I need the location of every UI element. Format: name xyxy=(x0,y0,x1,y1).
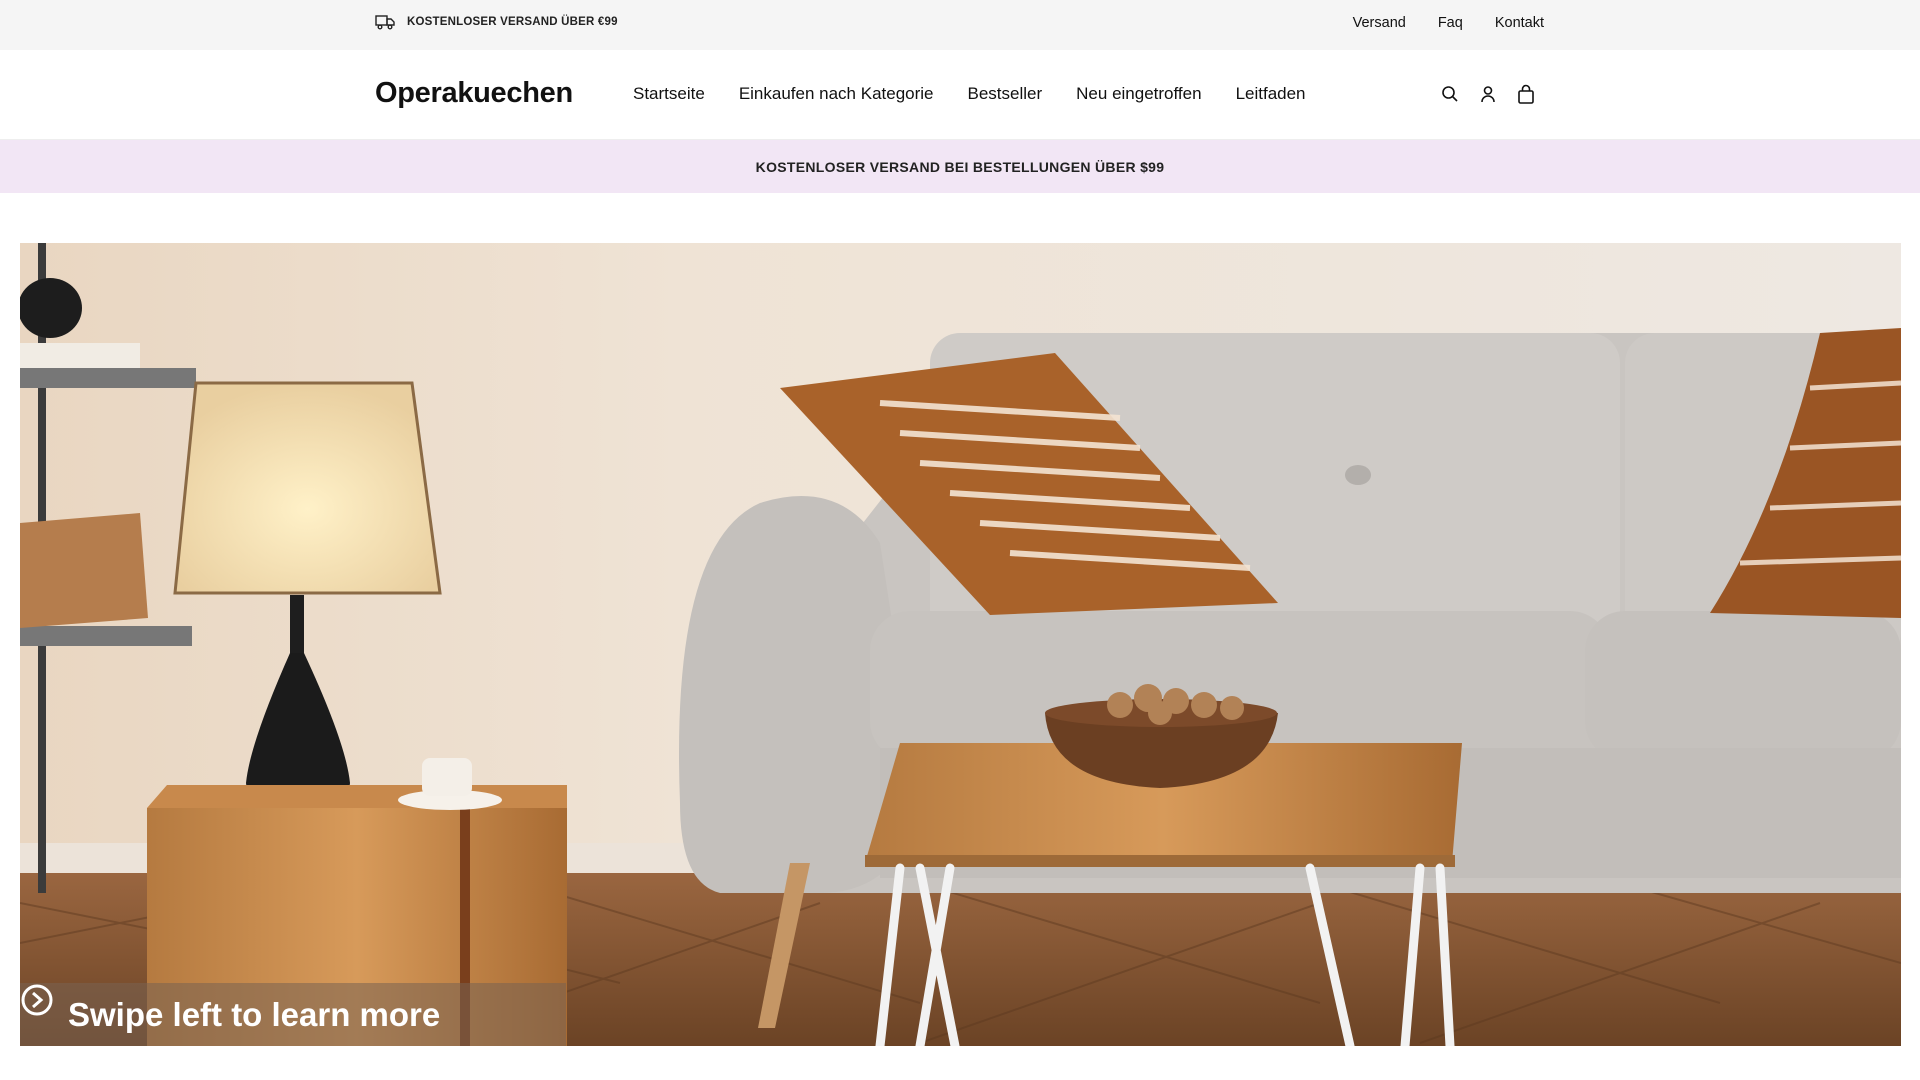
nav-item-neu[interactable]: Neu eingetroffen xyxy=(1076,84,1201,104)
nav-item-startseite[interactable]: Startseite xyxy=(633,84,705,104)
nav-item-bestseller[interactable]: Bestseller xyxy=(968,84,1043,104)
utility-link-faq[interactable]: Faq xyxy=(1438,15,1463,31)
utility-link-versand[interactable]: Versand xyxy=(1353,15,1406,31)
truck-icon xyxy=(375,14,395,30)
site-logo[interactable]: Operakuechen xyxy=(375,77,573,110)
nav-item-leitfaden[interactable]: Leitfaden xyxy=(1236,84,1306,104)
utility-bar: KOSTENLOSER VERSAND ÜBER €99 Versand Faq… xyxy=(0,0,1920,50)
search-icon[interactable] xyxy=(1440,83,1460,105)
cart-icon[interactable] xyxy=(1516,83,1536,105)
promo-text: KOSTENLOSER VERSAND BEI BESTELLUNGEN ÜBE… xyxy=(755,158,1165,175)
header-icons xyxy=(1440,83,1536,105)
hero-banner[interactable]: Swipe left to learn more xyxy=(20,243,1901,1046)
swipe-hint-text: Swipe left to learn more xyxy=(68,995,441,1033)
promo-banner: KOSTENLOSER VERSAND BEI BESTELLUNGEN ÜBE… xyxy=(0,140,1920,193)
account-icon[interactable] xyxy=(1478,83,1498,105)
shipping-announcement: KOSTENLOSER VERSAND ÜBER €99 xyxy=(375,14,618,30)
main-nav: Startseite Einkaufen nach Kategorie Best… xyxy=(633,84,1306,104)
hero-living-room-illustration xyxy=(20,243,1901,1046)
utility-link-kontakt[interactable]: Kontakt xyxy=(1495,15,1544,31)
site-header: Operakuechen Startseite Einkaufen nach K… xyxy=(0,50,1920,140)
announcement-text: KOSTENLOSER VERSAND ÜBER €99 xyxy=(407,16,618,28)
arrow-right-circle-icon xyxy=(21,984,488,1032)
utility-links: Versand Faq Kontakt xyxy=(1353,15,1544,31)
nav-item-kategorie[interactable]: Einkaufen nach Kategorie xyxy=(739,84,934,104)
swipe-hint-overlay: Swipe left to learn more xyxy=(20,983,566,1046)
